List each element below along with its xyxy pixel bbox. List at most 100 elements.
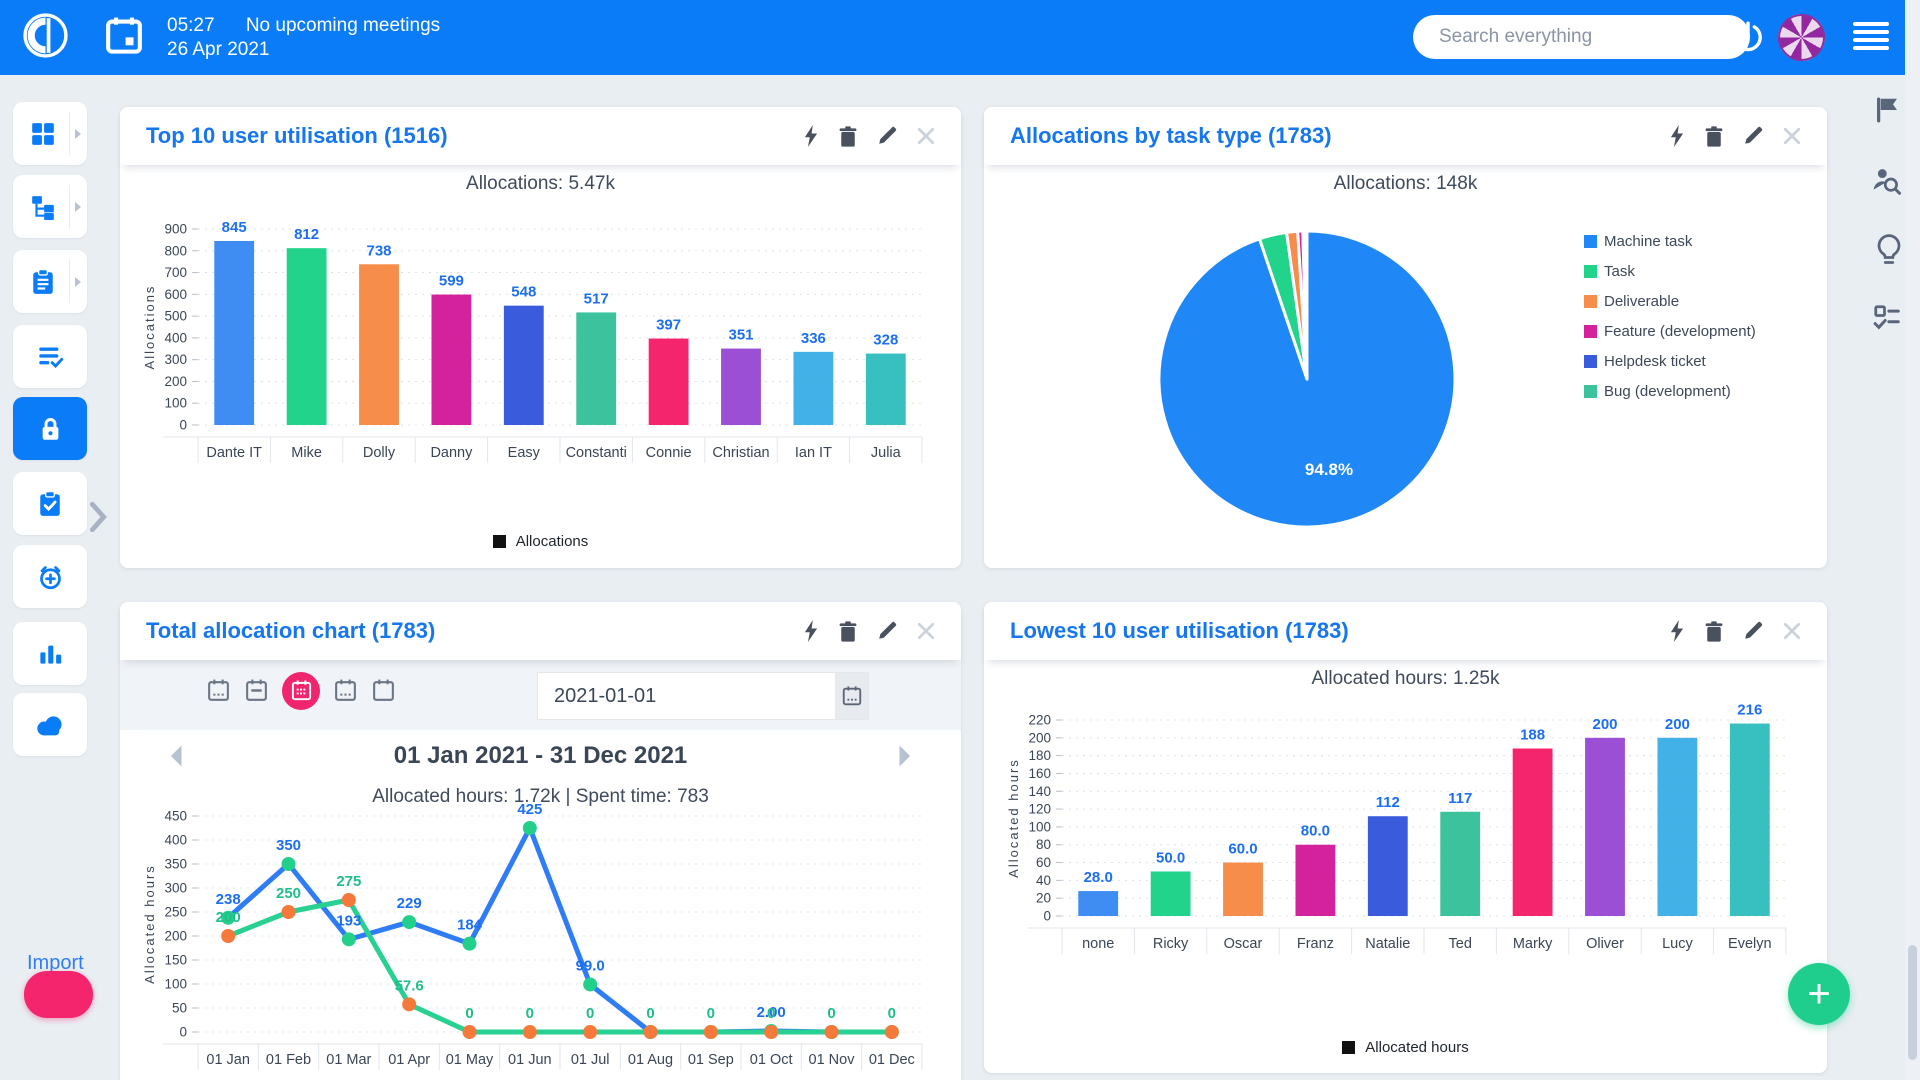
bolt-icon[interactable] [1669,125,1685,147]
card-subtitle: Allocated hours: 1.25k [1311,668,1500,689]
trash-icon[interactable] [1705,620,1723,642]
user-search-icon[interactable] [1870,165,1902,202]
calendar-month-icon[interactable] [282,672,320,710]
sidebar-item-tasks[interactable] [13,250,87,313]
import-button[interactable] [24,971,93,1018]
card-subtitle: Allocations: 5.47k [466,173,615,194]
sidebar-item-reports[interactable] [13,622,87,685]
date-picker-button[interactable] [835,673,868,719]
avatar[interactable] [1778,14,1825,61]
svg-text:50.0: 50.0 [1156,849,1185,866]
sidebar-item-time-tracking[interactable] [13,545,87,608]
card-title: Lowest 10 user utilisation (1783) [1010,618,1349,643]
cloud-icon [37,715,62,735]
calendar-quarter-icon[interactable] [333,678,358,704]
menu-icon[interactable] [1853,22,1889,54]
svg-text:117: 117 [1448,790,1472,807]
bolt-icon[interactable] [803,125,819,147]
top10-bar-chart: 0 100 200 300 400 500 600 700 800 900 Allocations 8… [142,219,923,463]
svg-text:188: 188 [1520,727,1545,744]
svg-text:0: 0 [1043,909,1051,924]
todo-list-icon[interactable] [1872,303,1902,338]
svg-text:600: 600 [164,287,187,302]
svg-text:200: 200 [216,909,241,926]
sidebar-item-approvals[interactable] [13,472,87,535]
close-icon[interactable] [917,622,935,640]
calendar-week-icon[interactable] [244,678,269,704]
svg-text:180: 180 [1028,748,1051,763]
sidebar-expand-chevron[interactable] [88,500,108,539]
svg-text:250: 250 [164,905,187,920]
sidebar-item-resource-lock[interactable] [13,397,87,460]
bar-chart-icon [39,645,61,664]
svg-text:0: 0 [646,1005,654,1022]
close-icon[interactable] [1783,127,1801,145]
svg-text:01 Jul: 01 Jul [571,1052,610,1068]
svg-text:328: 328 [873,332,898,349]
sidebar-item-projects-tree[interactable] [13,175,87,238]
svg-text:01 May: 01 May [446,1052,494,1068]
chevron-right-icon [75,201,81,212]
legend-label: Allocated hours [1365,1039,1469,1056]
svg-text:517: 517 [584,290,609,307]
calendar-year-icon[interactable] [371,678,396,704]
bolt-icon[interactable] [803,620,819,642]
search-input[interactable] [1413,15,1750,59]
svg-text:Allocations: Allocations [142,285,157,370]
prev-period-arrow[interactable] [168,744,183,775]
svg-text:Lucy: Lucy [1662,936,1693,952]
svg-text:Marky: Marky [1513,936,1553,952]
edit-icon[interactable] [877,621,897,641]
svg-text:350: 350 [276,837,301,854]
lightbulb-icon[interactable] [1874,233,1904,272]
legend-item: Feature (development) [1584,323,1756,340]
sidebar-item-dashboard[interactable] [13,102,87,165]
legend-item: Task [1584,263,1756,280]
svg-text:150: 150 [164,953,187,968]
flag-icon[interactable] [1872,95,1902,130]
svg-text:01 Jun: 01 Jun [508,1052,552,1068]
calendar-day-icon[interactable] [206,678,231,704]
app-logo-icon[interactable] [22,12,69,64]
trash-icon[interactable] [1705,125,1723,147]
svg-text:193: 193 [336,912,361,929]
edit-icon[interactable] [1743,126,1763,146]
trash-icon[interactable] [839,125,857,147]
svg-text:none: none [1082,936,1114,952]
svg-text:112: 112 [1376,794,1400,811]
scrollbar-thumb[interactable] [1908,945,1917,1060]
svg-text:60: 60 [1036,855,1051,870]
svg-text:200: 200 [164,374,187,389]
svg-text:Ricky: Ricky [1153,936,1189,952]
legend-item: Bug (development) [1584,383,1756,400]
edit-icon[interactable] [1743,621,1763,641]
list-check-icon [38,347,63,369]
date-input[interactable] [538,673,835,719]
svg-text:60.0: 60.0 [1228,841,1257,858]
next-period-arrow[interactable] [898,744,913,775]
close-icon[interactable] [1783,622,1801,640]
svg-text:Allocated hours: Allocated hours [142,864,157,984]
svg-text:01 Jan: 01 Jan [206,1052,250,1068]
edit-icon[interactable] [877,126,897,146]
allocation-line-chart: 0 50 100 150 200 250 300 350 400 450 Allocated hou… [142,802,923,1070]
svg-text:140: 140 [1028,784,1051,799]
card-total-allocation: Total allocation chart (1783) 01 Jan 202… [120,602,961,1080]
svg-text:0: 0 [586,1005,594,1022]
sidebar-item-task-list[interactable] [13,325,87,388]
close-icon[interactable] [917,127,935,145]
svg-text:Dolly: Dolly [363,445,396,461]
svg-text:812: 812 [294,226,319,243]
svg-text:Oscar: Oscar [1224,936,1263,952]
svg-text:184: 184 [457,917,483,934]
add-button[interactable]: + [1788,963,1850,1025]
sidebar-item-cloud[interactable] [13,693,87,756]
power-icon[interactable] [1731,20,1765,59]
legend-item: Helpdesk ticket [1584,353,1756,370]
svg-text:50: 50 [172,1001,187,1016]
svg-text:200: 200 [1028,730,1051,745]
calendar-icon[interactable] [105,15,143,60]
svg-text:01 Feb: 01 Feb [266,1052,311,1068]
trash-icon[interactable] [839,620,857,642]
bolt-icon[interactable] [1669,620,1685,642]
